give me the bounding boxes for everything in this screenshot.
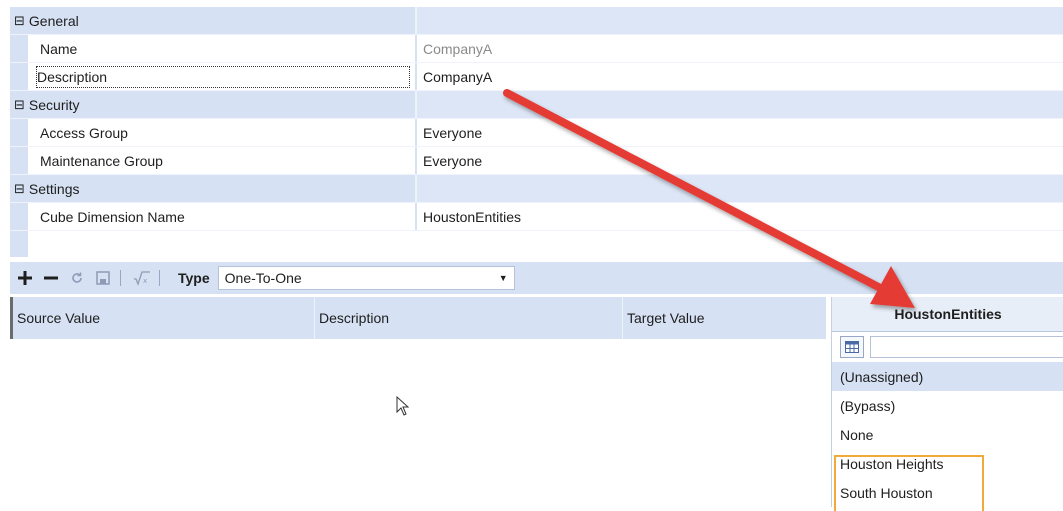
column-header-source-value[interactable]: Source Value xyxy=(10,297,315,339)
property-value-name: CompanyA xyxy=(423,40,493,57)
type-label: Type xyxy=(178,270,210,286)
chevron-down-icon: ▼ xyxy=(498,273,508,283)
mouse-cursor-icon xyxy=(396,395,410,419)
property-value-maintenance-group[interactable]: Everyone xyxy=(423,153,482,169)
property-label: Cube Dimension Name xyxy=(40,208,185,225)
property-value-description[interactable]: CompanyA xyxy=(423,69,492,85)
category-label: General xyxy=(28,12,79,29)
type-dropdown-value: One-To-One xyxy=(224,270,302,286)
property-label: Description xyxy=(36,65,410,88)
source-mapping-grid: Source Value Description Target Value xyxy=(10,297,826,507)
property-row-maintenance-group[interactable]: Maintenance Group Everyone xyxy=(10,147,1063,175)
category-security[interactable]: ⊟ Security xyxy=(10,91,1063,119)
target-panel-header: HoustonEntities xyxy=(832,297,1063,332)
column-header-description[interactable]: Description xyxy=(315,297,623,339)
property-grid: ⊟ General Name CompanyA Description Compa… xyxy=(10,7,1063,231)
category-general[interactable]: ⊟ General xyxy=(10,7,1063,35)
target-search-bar xyxy=(832,332,1063,362)
collapse-icon[interactable]: ⊟ xyxy=(14,98,25,111)
category-settings[interactable]: ⊟ Settings xyxy=(10,175,1063,203)
collapse-icon[interactable]: ⊟ xyxy=(14,14,25,27)
svg-text:x: x xyxy=(143,277,147,285)
property-label: Maintenance Group xyxy=(40,152,163,169)
property-row-description[interactable]: Description CompanyA xyxy=(10,63,1063,91)
property-value-cube-dimension-name[interactable]: HoustonEntities xyxy=(423,209,521,225)
plus-icon[interactable] xyxy=(14,267,36,289)
target-item-label: (Unassigned) xyxy=(840,368,924,385)
toolbar-separator xyxy=(159,270,160,286)
grid-icon[interactable] xyxy=(840,336,864,358)
target-item-unassigned[interactable]: (Unassigned) xyxy=(832,362,1063,391)
highlight-box xyxy=(834,455,984,511)
category-label: Security xyxy=(28,96,80,113)
property-value-access-group[interactable]: Everyone xyxy=(423,125,482,141)
property-row-cube-dimension-name[interactable]: Cube Dimension Name HoustonEntities xyxy=(10,203,1063,231)
formula-icon[interactable]: x xyxy=(131,267,153,289)
minus-icon[interactable] xyxy=(40,267,62,289)
property-row-name[interactable]: Name CompanyA xyxy=(10,35,1063,63)
target-item-none[interactable]: None xyxy=(832,420,1063,449)
target-search-input[interactable] xyxy=(870,336,1063,358)
target-item-label: None xyxy=(840,426,874,443)
property-label: Access Group xyxy=(40,124,128,141)
collapse-icon[interactable]: ⊟ xyxy=(14,182,25,195)
property-label: Name xyxy=(40,40,78,57)
refresh-icon[interactable] xyxy=(66,267,88,289)
mapping-toolbar: x Type One-To-One ▼ xyxy=(10,262,1063,294)
target-item-label: (Bypass) xyxy=(840,397,896,414)
type-dropdown[interactable]: One-To-One ▼ xyxy=(217,266,515,290)
category-label: Settings xyxy=(28,180,80,197)
toolbar-separator xyxy=(120,270,121,286)
save-icon[interactable] xyxy=(92,267,114,289)
property-row-access-group[interactable]: Access Group Everyone xyxy=(10,119,1063,147)
target-item-bypass[interactable]: (Bypass) xyxy=(832,391,1063,420)
grid-header: Source Value Description Target Value xyxy=(10,297,826,339)
column-header-target-value[interactable]: Target Value xyxy=(623,297,826,339)
